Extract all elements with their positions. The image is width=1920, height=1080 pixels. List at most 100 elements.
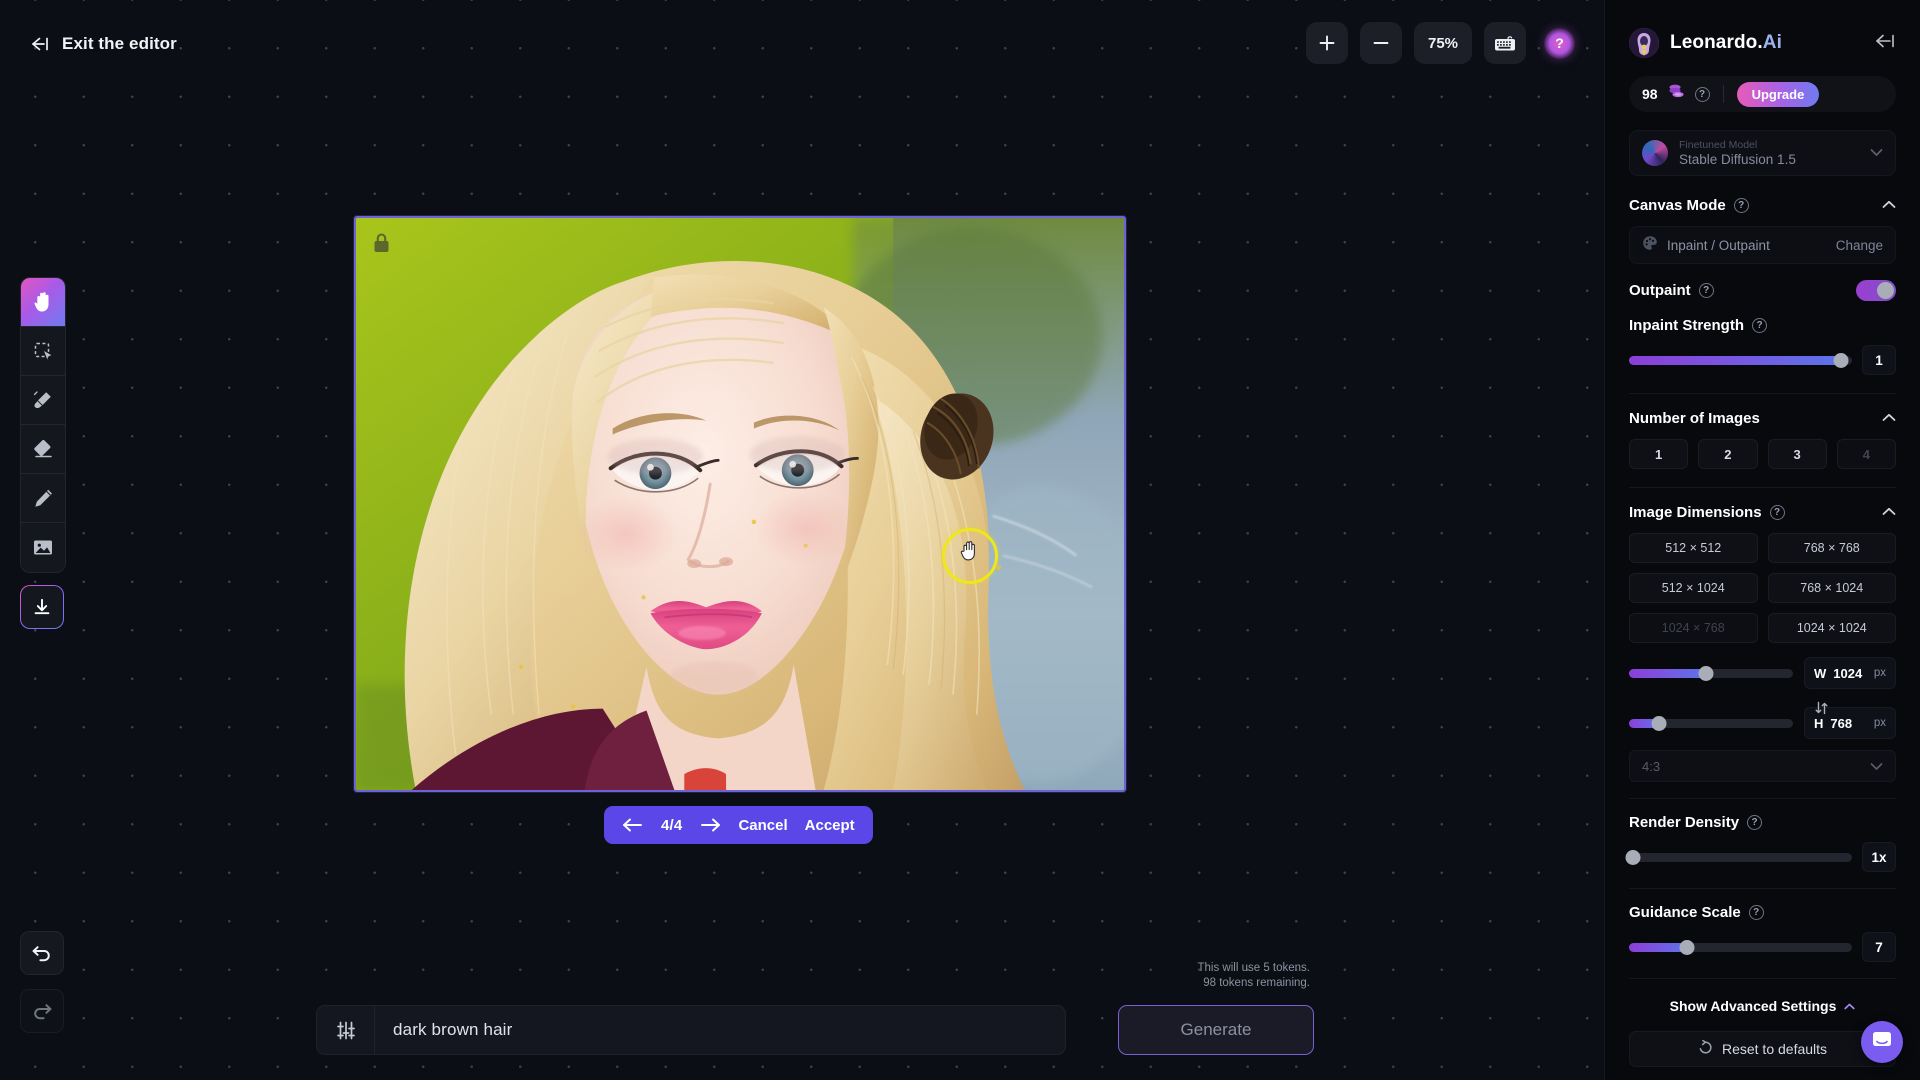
accept-button[interactable]: Accept	[805, 817, 855, 834]
canvas-workspace[interactable]: Exit the editor 75% ? 4/4 Cancel Accept …	[0, 0, 1604, 1080]
divider	[1722, 85, 1724, 103]
redo-button[interactable]	[20, 989, 64, 1033]
keyboard-icon	[1495, 35, 1515, 50]
slider-knob[interactable]	[1679, 939, 1695, 955]
height-value[interactable]: 768	[1830, 716, 1852, 731]
number-of-images-collapse-icon[interactable]	[1882, 409, 1896, 427]
image-dimensions-collapse-icon[interactable]	[1882, 503, 1896, 521]
exit-editor-label: Exit the editor	[62, 34, 177, 53]
aspect-ratio-select[interactable]: 4:3	[1629, 750, 1896, 782]
render-density-info-icon[interactable]: ?	[1747, 815, 1763, 830]
draw-tool[interactable]	[21, 474, 65, 523]
outpaint-toggle[interactable]	[1856, 280, 1896, 301]
show-advanced-settings-label: Show Advanced Settings	[1669, 998, 1837, 1014]
prompt-input-wrapper[interactable]: dark brown hair	[316, 1005, 1066, 1055]
advanced-section: Show Advanced Settings Reset to defaults	[1629, 978, 1896, 1067]
paint-tool[interactable]	[21, 376, 65, 425]
zoom-level-display[interactable]: 75%	[1414, 22, 1472, 64]
token-info-icon[interactable]: ?	[1694, 86, 1710, 102]
width-slider[interactable]	[1629, 665, 1793, 681]
dimension-preset-512x1024[interactable]: 512 × 1024	[1629, 573, 1758, 603]
guidance-scale-info-icon[interactable]: ?	[1748, 905, 1764, 920]
model-label: Finetuned Model	[1679, 138, 1758, 151]
eraser-tool[interactable]	[21, 425, 65, 474]
zoom-out-button[interactable]	[1360, 22, 1402, 64]
reset-to-defaults-button[interactable]: Reset to defaults	[1629, 1031, 1896, 1067]
number-of-images-option-1[interactable]: 1	[1629, 439, 1689, 469]
undo-button[interactable]	[20, 931, 64, 975]
dimension-preset-768x1024[interactable]: 768 × 1024	[1767, 573, 1896, 603]
guidance-scale-title: Guidance Scale	[1629, 904, 1741, 921]
image-tool[interactable]	[21, 523, 65, 572]
outpaint-row: Outpaint ?	[1629, 280, 1896, 301]
image-dimension-presets: 512 × 512 768 × 768 512 × 1024 768 × 102…	[1629, 533, 1896, 643]
guidance-scale-value[interactable]: 7	[1862, 932, 1896, 962]
select-tool[interactable]	[21, 327, 65, 376]
canvas-mode-header: Canvas Mode ?	[1629, 196, 1896, 214]
hand-icon	[33, 292, 48, 312]
guidance-scale-section: Guidance Scale ? 7	[1629, 888, 1896, 962]
slider-knob[interactable]	[1625, 849, 1641, 865]
canvas-mode-info-icon[interactable]: ?	[1733, 197, 1749, 213]
exit-editor-button[interactable]: Exit the editor	[28, 34, 177, 54]
slider-knob[interactable]	[1833, 352, 1849, 368]
inpaint-strength-info-icon[interactable]: ?	[1752, 318, 1767, 333]
outpaint-info-icon[interactable]: ?	[1698, 283, 1714, 298]
aspect-ratio-value: 4:3	[1642, 758, 1661, 774]
number-of-images-option-2[interactable]: 2	[1698, 439, 1758, 469]
intercom-chat-button[interactable]	[1861, 1021, 1903, 1063]
image-dimensions-info-icon[interactable]: ?	[1769, 504, 1785, 520]
number-of-images-section: Number of Images 1 2 3 4	[1629, 393, 1896, 469]
dimension-preset-1024x1024[interactable]: 1024 × 1024	[1767, 613, 1896, 643]
chevron-down-icon[interactable]	[1870, 759, 1883, 774]
history-controls	[20, 931, 64, 1033]
canvas-mode-collapse-icon[interactable]	[1882, 196, 1896, 214]
dimension-preset-1024x768[interactable]: 1024 × 768	[1629, 613, 1758, 643]
render-density-value[interactable]: 1x	[1862, 842, 1896, 872]
number-of-images-option-4[interactable]: 4	[1836, 439, 1896, 469]
prompt-settings-button[interactable]	[317, 1006, 375, 1054]
dimension-preset-512x512[interactable]: 512 × 512	[1629, 533, 1758, 563]
settings-panel: Leonardo.Ai 98 ? Upgrade Finetuned Model…	[1604, 0, 1920, 1080]
model-selector[interactable]: Finetuned Model Stable Diffusion 1.5	[1629, 130, 1896, 176]
show-advanced-settings-button[interactable]: Show Advanced Settings	[1629, 997, 1896, 1015]
previous-generation-button[interactable]	[622, 818, 644, 832]
width-field[interactable]: W 1024 px	[1804, 657, 1896, 689]
hand-tool[interactable]	[21, 278, 65, 327]
height-slider[interactable]	[1629, 715, 1793, 731]
swap-vertical-icon[interactable]	[1814, 701, 1830, 720]
next-generation-button[interactable]	[699, 818, 721, 832]
generate-button[interactable]: Generate	[1118, 1005, 1314, 1055]
token-usage-line1: This will use 5 tokens.	[1197, 962, 1311, 974]
change-mode-button[interactable]: Change	[1836, 238, 1883, 253]
prompt-row: dark brown hair This will use 5 tokens. …	[316, 962, 1314, 1055]
width-value[interactable]: 1024	[1833, 666, 1862, 681]
generated-image	[356, 218, 1124, 790]
inpaint-strength-row: Inpaint Strength ?	[1629, 317, 1896, 334]
inpaint-strength-value[interactable]: 1	[1862, 345, 1896, 375]
keyboard-shortcuts-button[interactable]	[1484, 22, 1526, 64]
artboard[interactable]	[354, 216, 1126, 792]
width-row: W 1024 px	[1629, 657, 1896, 689]
pencil-icon	[34, 489, 52, 507]
guidance-scale-slider[interactable]	[1629, 939, 1852, 955]
download-button[interactable]	[20, 585, 64, 629]
canvas-mode-card[interactable]: Inpaint / Outpaint Change	[1629, 226, 1896, 264]
render-density-slider[interactable]	[1625, 849, 1852, 865]
cancel-button[interactable]: Cancel	[738, 817, 787, 834]
slider-knob[interactable]	[1698, 665, 1714, 681]
number-of-images-option-3[interactable]: 3	[1767, 439, 1827, 469]
zoom-in-button[interactable]	[1306, 22, 1348, 64]
inpaint-strength-slider[interactable]	[1629, 352, 1852, 368]
number-of-images-header: Number of Images	[1629, 394, 1896, 427]
chevron-down-icon[interactable]	[1870, 144, 1883, 162]
number-of-images-title: Number of Images	[1629, 409, 1760, 427]
upgrade-button[interactable]: Upgrade	[1736, 81, 1820, 107]
prompt-input[interactable]: dark brown hair	[375, 1020, 1065, 1040]
model-text: Finetuned Model Stable Diffusion 1.5	[1679, 139, 1796, 168]
help-button[interactable]: ?	[1544, 27, 1575, 59]
dimension-preset-768x768[interactable]: 768 × 768	[1767, 533, 1896, 563]
zoom-controls: 75% ?	[1306, 22, 1575, 64]
slider-knob[interactable]	[1651, 715, 1667, 731]
collapse-panel-button[interactable]	[1874, 33, 1896, 54]
